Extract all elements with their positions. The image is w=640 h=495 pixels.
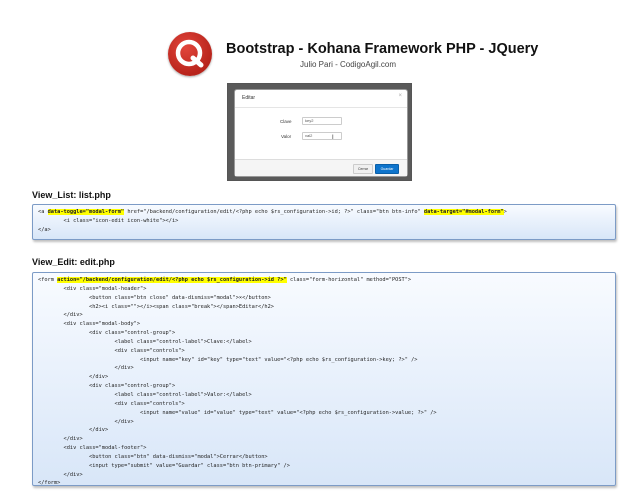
valor-input[interactable]: val2	[302, 132, 342, 140]
view-edit-heading: View_Edit: edit.php	[32, 257, 115, 267]
code-text: <button class="btn" data-dismiss="modal"…	[38, 453, 268, 460]
code-text: </div>	[38, 365, 134, 372]
modal-title: Editar	[242, 95, 256, 101]
code-text: </div>	[38, 436, 83, 443]
code-line: <input name="key" id="key" type="text" v…	[38, 356, 437, 365]
code-text: <button class="btn close" data-dismiss="…	[38, 294, 271, 301]
code-line: <div class="modal-body">	[38, 320, 437, 329]
code-line: </div>	[38, 435, 437, 444]
close-icon[interactable]: ×	[398, 93, 402, 99]
code-text: <a	[38, 209, 48, 215]
view-list-codebox: <a data-toggle="modal-form" href="/backe…	[32, 204, 616, 240]
code-line: <label class="control-label">Valor:</lab…	[38, 391, 437, 400]
code-text: </form>	[38, 480, 61, 487]
code-text: >	[503, 209, 507, 215]
code-text: href="/backend/configuration/edit/<?php …	[124, 209, 424, 215]
code-line: </div>	[38, 364, 437, 373]
code-line: </div>	[38, 373, 437, 382]
view-edit-codebox: <form action="/backend/configuration/edi…	[32, 272, 616, 486]
code-line: </div>	[38, 418, 437, 427]
code-text: <input name="key" id="key" type="text" v…	[38, 356, 418, 363]
code-line: <div class="modal-footer">	[38, 444, 437, 453]
page-title: Bootstrap - Kohana Framework PHP - JQuer…	[226, 41, 539, 57]
text-cursor-icon: I	[332, 135, 334, 141]
code-line: <input type="submit" value="Guardar" cla…	[38, 462, 437, 471]
modal-header: Editar ×	[235, 90, 407, 108]
code-text: <div class="control-group">	[38, 383, 176, 390]
code-text: <label class="control-label">Valor:</lab…	[38, 391, 252, 398]
code-text: </a>	[38, 226, 51, 233]
code-text: </div>	[38, 471, 83, 478]
code-line: <div class="control-group">	[38, 329, 437, 338]
code-line: </div>	[38, 426, 437, 435]
code-text: <input type="submit" value="Guardar" cla…	[38, 462, 290, 469]
view-edit-code: <form action="/backend/configuration/edi…	[38, 276, 437, 488]
view-list-code: <a data-toggle="modal-form" href="/backe…	[38, 208, 507, 235]
code-text: <div class="modal-header">	[38, 285, 147, 292]
code-text: <div class="modal-body">	[38, 321, 141, 328]
modal-footer: Cerrar Guardar	[235, 159, 407, 176]
code-line: <form action="/backend/configuration/edi…	[38, 276, 437, 285]
edit-modal: Editar × Clave key2 Valor val2 I Cerrar …	[234, 89, 408, 177]
code-text: <div class="control-group">	[38, 330, 176, 337]
code-line: </div>	[38, 311, 437, 320]
valor-label: Valor	[281, 134, 292, 139]
code-text: <div class="controls">	[38, 400, 185, 407]
code-highlight: data-target="#modal-form"	[423, 209, 504, 215]
q-logo-icon	[168, 32, 212, 76]
code-text: <label class="control-label">Clave:</lab…	[38, 338, 252, 345]
code-text: </div>	[38, 312, 83, 319]
page-subtitle: Julio Pari - CodigoAgil.com	[300, 60, 397, 69]
save-button[interactable]: Guardar	[375, 164, 399, 174]
code-text: </div>	[38, 418, 134, 425]
code-line: </div>	[38, 471, 437, 480]
code-line: <i class="icon-edit icon-white"></i>	[38, 217, 507, 226]
code-line: <button class="btn" data-dismiss="modal"…	[38, 453, 437, 462]
modal-screenshot: Editar × Clave key2 Valor val2 I Cerrar …	[227, 83, 412, 181]
code-text: <i class="icon-edit icon-white"></i>	[38, 217, 179, 224]
code-line: <h2><i class=""></i><span class="break">…	[38, 303, 437, 312]
code-line: </a>	[38, 226, 507, 235]
code-text: <div class="controls">	[38, 347, 185, 354]
code-line: <input name="value" id="value" type="tex…	[38, 409, 437, 418]
code-text: <form	[38, 277, 58, 283]
code-line: <div class="controls">	[38, 347, 437, 356]
code-text: </div>	[38, 427, 109, 434]
code-highlight: data-toggle="modal-form"	[47, 209, 125, 215]
code-line: <button class="btn close" data-dismiss="…	[38, 294, 437, 303]
clave-input[interactable]: key2	[302, 117, 342, 125]
code-text: <div class="modal-footer">	[38, 445, 147, 452]
code-line: </form>	[38, 479, 437, 488]
cancel-button[interactable]: Cerrar	[353, 164, 373, 174]
view-list-heading: View_List: list.php	[32, 190, 111, 200]
code-line: <label class="control-label">Clave:</lab…	[38, 338, 437, 347]
code-text: <input name="value" id="value" type="tex…	[38, 409, 437, 416]
code-line: <div class="modal-header">	[38, 285, 437, 294]
code-line: <div class="control-group">	[38, 382, 437, 391]
clave-label: Clave	[280, 119, 292, 124]
code-highlight: action="/backend/configuration/edit/<?ph…	[57, 277, 287, 283]
code-line: <div class="controls">	[38, 400, 437, 409]
code-line: <a data-toggle="modal-form" href="/backe…	[38, 208, 507, 217]
code-text: class="form-horizontal" method="POST">	[286, 277, 412, 283]
code-text: <h2><i class=""></i><span class="break">…	[38, 303, 274, 310]
code-text: </div>	[38, 374, 109, 381]
